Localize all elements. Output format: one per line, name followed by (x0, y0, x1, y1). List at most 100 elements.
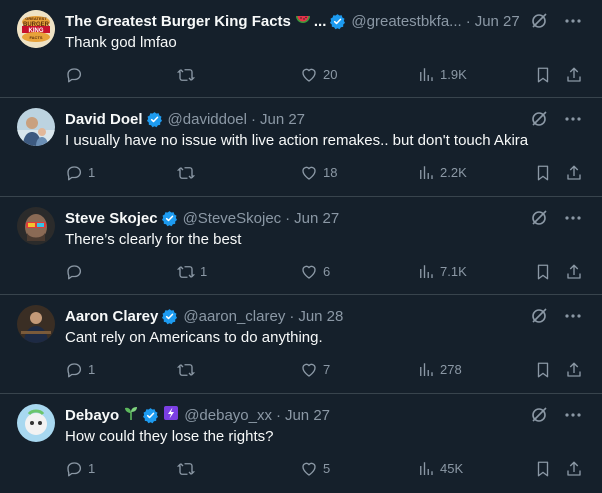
handle[interactable]: @daviddoel (168, 111, 247, 128)
reply-button[interactable]: 1 (65, 164, 95, 182)
timestamp[interactable]: Jun 28 (298, 308, 343, 325)
reply-icon (67, 363, 82, 378)
bookmark-button[interactable] (534, 361, 557, 379)
views-button[interactable]: 278 (417, 361, 462, 379)
handle[interactable]: @aaron_clarey (183, 308, 285, 325)
display-name[interactable]: David Doel (65, 111, 143, 128)
timestamp[interactable]: Jun 27 (294, 210, 339, 227)
like-button[interactable]: 20 (300, 66, 337, 84)
tweet-actions: 1 7 278 (65, 361, 584, 381)
like-button[interactable]: 7 (300, 361, 330, 379)
handle[interactable]: @debayo_xx (184, 407, 272, 424)
handle[interactable]: @SteveSkojec (183, 210, 282, 227)
avatar[interactable] (17, 305, 55, 343)
retweet-icon (177, 167, 195, 179)
more-options-icon[interactable] (564, 12, 582, 30)
share-button[interactable] (565, 164, 588, 182)
avatar[interactable] (17, 108, 55, 146)
grok-icon[interactable] (530, 406, 548, 424)
reply-button[interactable]: 1 (65, 460, 95, 478)
tweet-text: Thank god lmfao (65, 34, 177, 51)
share-button[interactable] (565, 66, 588, 84)
tweet-actions: 1 18 2.2K (65, 164, 584, 184)
tweet-top-actions (530, 110, 582, 128)
bookmark-icon (537, 461, 549, 477)
view-count: 2.2K (440, 165, 467, 180)
share-icon (567, 264, 581, 279)
views-button[interactable]: 1.9K (417, 66, 467, 84)
grok-icon[interactable] (530, 209, 548, 227)
tweet[interactable]: David Doel @daviddoel · Jun 27 I usually… (0, 98, 602, 197)
reply-count: 1 (88, 165, 96, 180)
tweet-top-actions (530, 406, 582, 424)
views-button[interactable]: 2.2K (417, 164, 467, 182)
retweet-button[interactable] (177, 164, 200, 182)
views-bar-chart-icon (420, 265, 433, 278)
seedling-emoji-icon (123, 405, 139, 425)
timestamp[interactable]: Jun 27 (475, 13, 520, 30)
like-button[interactable]: 5 (300, 460, 330, 478)
share-button[interactable] (565, 263, 588, 281)
timestamp[interactable]: Jun 27 (285, 407, 330, 424)
separator-dot: · (465, 12, 471, 30)
reply-button[interactable]: 1 (65, 361, 95, 379)
more-options-icon[interactable] (564, 110, 582, 128)
retweet-button[interactable]: 1 (177, 263, 207, 281)
retweet-button[interactable] (177, 361, 200, 379)
display-name[interactable]: Aaron Clarey (65, 308, 158, 325)
share-button[interactable] (565, 361, 588, 379)
tweet-top-actions (530, 307, 582, 325)
bookmark-button[interactable] (534, 263, 557, 281)
avatar[interactable]: GREATEST BURGER KING FACTS (17, 10, 55, 48)
heart-icon (302, 462, 316, 476)
bookmark-button[interactable] (534, 66, 557, 84)
view-count: 278 (440, 362, 462, 377)
more-options-icon[interactable] (564, 209, 582, 227)
grok-icon[interactable] (530, 110, 548, 128)
bookmark-button[interactable] (534, 460, 557, 478)
more-options-icon[interactable] (564, 307, 582, 325)
separator-dot: · (250, 110, 256, 128)
views-button[interactable]: 45K (417, 460, 463, 478)
bookmark-button[interactable] (534, 164, 557, 182)
reply-feed: GREATEST BURGER KING FACTS The Greatest … (0, 0, 602, 493)
tweet[interactable]: Aaron Clarey @aaron_clarey · Jun 28 Cant… (0, 295, 602, 394)
tweet-text: There’s clearly for the best (65, 231, 242, 248)
display-name[interactable]: Steve Skojec (65, 210, 158, 227)
views-bar-chart-icon (420, 462, 433, 475)
views-button[interactable]: 7.1K (417, 263, 467, 281)
like-count: 7 (323, 362, 331, 377)
grok-icon[interactable] (530, 307, 548, 325)
tweet-top-actions (530, 209, 582, 227)
share-button[interactable] (565, 460, 588, 478)
views-bar-chart-icon (420, 68, 433, 81)
heart-icon (302, 166, 316, 180)
avatar[interactable] (17, 404, 55, 442)
name-ellipsis: ... (313, 12, 327, 30)
reply-button[interactable] (65, 66, 88, 84)
grok-icon[interactable] (530, 12, 548, 30)
tweet[interactable]: Debayo @debayo_xx · Jun 27 How could the… (0, 394, 602, 493)
verified-badge-icon (161, 308, 178, 325)
view-count: 1.9K (440, 67, 467, 82)
tweet[interactable]: GREATEST BURGER KING FACTS The Greatest … (0, 0, 602, 98)
avatar[interactable] (17, 207, 55, 245)
reply-button[interactable] (65, 263, 88, 281)
share-icon (567, 165, 581, 180)
like-button[interactable]: 6 (300, 263, 330, 281)
handle[interactable]: @greatestbkfa... (351, 13, 461, 30)
views-bar-chart-icon (420, 363, 433, 376)
tweet-header: Aaron Clarey @aaron_clarey · Jun 28 (65, 305, 562, 327)
bookmark-icon (537, 362, 549, 378)
display-name[interactable]: The Greatest Burger King Facts (65, 13, 291, 30)
retweet-button[interactable] (177, 460, 200, 478)
more-options-icon[interactable] (564, 406, 582, 424)
verified-badge-icon (142, 407, 159, 424)
like-button[interactable]: 18 (300, 164, 337, 182)
display-name[interactable]: Debayo (65, 407, 119, 424)
timestamp[interactable]: Jun 27 (260, 111, 305, 128)
retweet-button[interactable] (177, 66, 200, 84)
tweet-actions: 20 1.9K (65, 66, 584, 86)
reply-count: 1 (88, 461, 96, 476)
tweet[interactable]: Steve Skojec @SteveSkojec · Jun 27 There… (0, 197, 602, 295)
